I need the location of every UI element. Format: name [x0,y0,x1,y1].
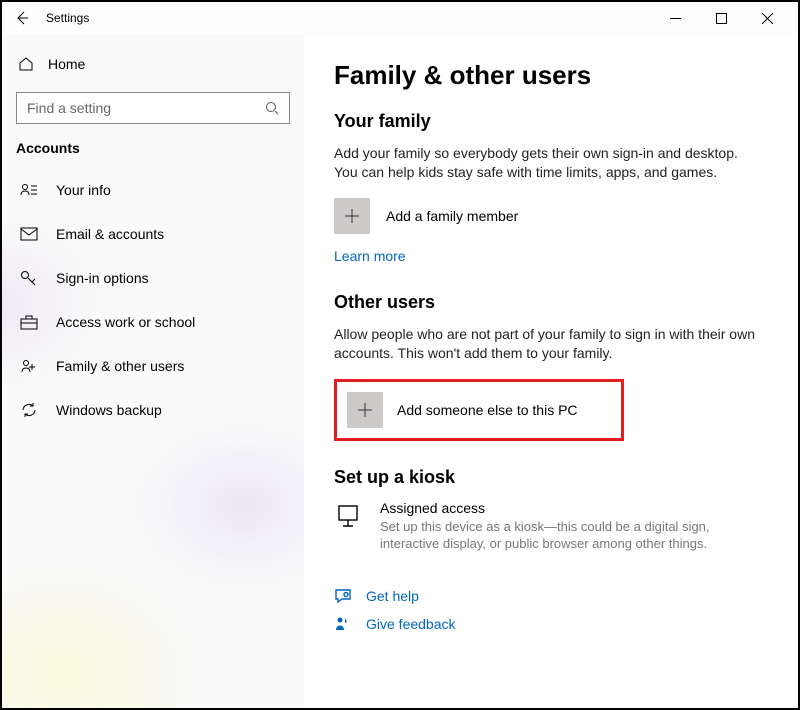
sidebar-item-label: Email & accounts [56,226,164,242]
give-feedback-label: Give feedback [366,616,456,632]
sidebar-item-family-other-users[interactable]: Family & other users [2,344,304,388]
sidebar-item-label: Access work or school [56,314,195,330]
close-icon [762,13,773,24]
key-icon [20,270,38,286]
assigned-access-row[interactable]: Assigned access Set up this device as a … [334,500,758,553]
sidebar-item-email-accounts[interactable]: Email & accounts [2,212,304,256]
sidebar-item-signin-options[interactable]: Sign-in options [2,256,304,300]
person-card-icon [20,182,38,198]
other-users-description: Allow people who are not part of your fa… [334,325,758,363]
get-help-label: Get help [366,588,419,604]
sidebar-item-label: Your info [56,182,111,198]
sidebar: Home Accounts Your info Email & accounts [2,34,304,708]
plus-icon [355,400,375,420]
window-title: Settings [46,11,89,25]
page-title: Family & other users [334,60,758,91]
search-box[interactable] [16,92,290,124]
sidebar-home[interactable]: Home [2,46,304,82]
add-someone-else-button[interactable] [347,392,383,428]
main-content: Family & other users Your family Add you… [304,34,798,708]
add-someone-else-highlight: Add someone else to this PC [334,379,624,441]
assigned-access-description: Set up this device as a kiosk—this could… [380,518,758,553]
sidebar-item-work-school[interactable]: Access work or school [2,300,304,344]
sidebar-item-windows-backup[interactable]: Windows backup [2,388,304,432]
home-icon [18,56,34,72]
close-button[interactable] [744,3,790,33]
your-family-heading: Your family [334,111,758,132]
chat-help-icon [334,587,352,605]
plus-icon [342,206,362,226]
give-feedback-link[interactable]: Give feedback [334,615,758,633]
maximize-button[interactable] [698,3,744,33]
feedback-person-icon [334,615,352,633]
people-icon [20,358,38,374]
your-family-description: Add your family so everybody gets their … [334,144,758,182]
learn-more-link[interactable]: Learn more [334,248,406,264]
briefcase-icon [20,314,38,330]
window-controls [652,3,790,33]
sidebar-item-your-info[interactable]: Your info [2,168,304,212]
kiosk-heading: Set up a kiosk [334,467,758,488]
sidebar-section-label: Accounts [2,140,304,168]
add-family-member-button[interactable] [334,198,370,234]
minimize-button[interactable] [652,3,698,33]
add-family-member-label: Add a family member [386,208,518,224]
mail-icon [20,227,38,241]
sidebar-item-label: Windows backup [56,402,162,418]
search-input[interactable] [27,100,265,116]
assigned-access-title: Assigned access [380,500,758,516]
assigned-access-text: Assigned access Set up this device as a … [380,500,758,553]
maximize-icon [716,13,727,24]
search-icon [265,101,279,115]
add-someone-else-label: Add someone else to this PC [397,402,578,418]
titlebar: Settings [2,2,798,34]
back-button[interactable] [10,6,34,30]
sidebar-home-label: Home [48,56,85,72]
minimize-icon [670,13,681,24]
get-help-link[interactable]: Get help [334,587,758,605]
sidebar-item-label: Family & other users [56,358,184,374]
arrow-left-icon [14,10,30,26]
other-users-heading: Other users [334,292,758,313]
kiosk-icon [334,502,362,530]
add-family-member-row[interactable]: Add a family member [334,198,758,234]
sidebar-item-label: Sign-in options [56,270,149,286]
sync-icon [20,402,38,418]
